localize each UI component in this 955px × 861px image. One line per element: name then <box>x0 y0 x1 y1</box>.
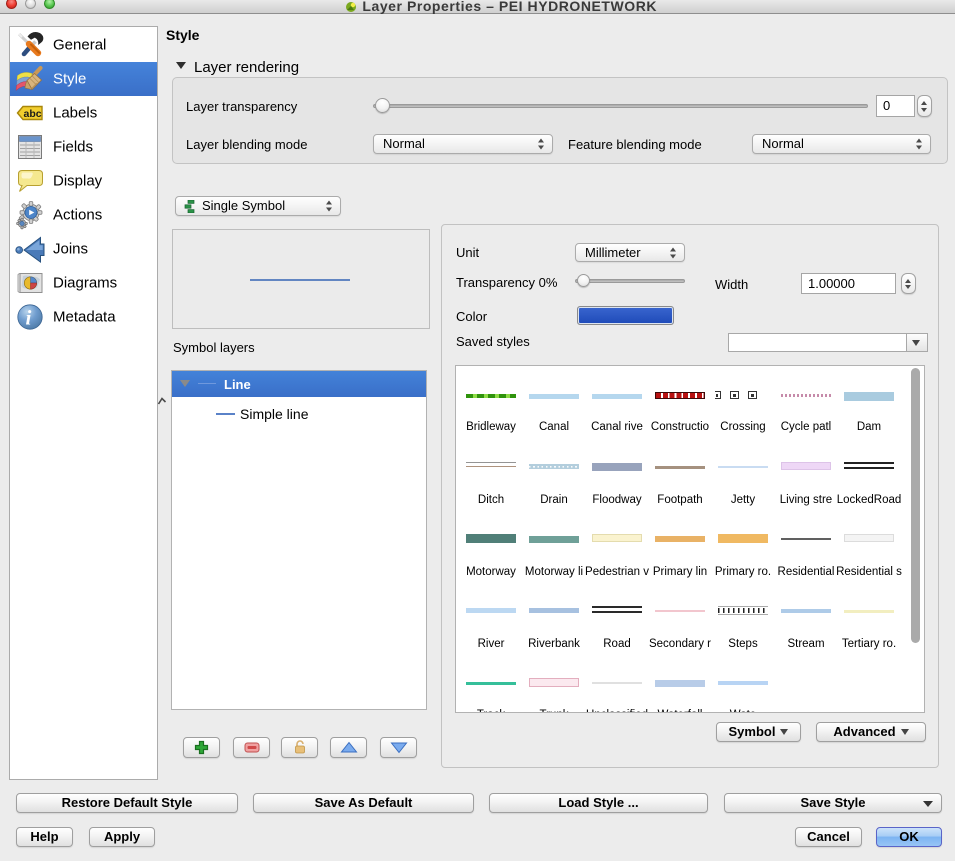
svg-text:i: i <box>26 306 32 330</box>
svg-text:abc: abc <box>24 108 42 120</box>
